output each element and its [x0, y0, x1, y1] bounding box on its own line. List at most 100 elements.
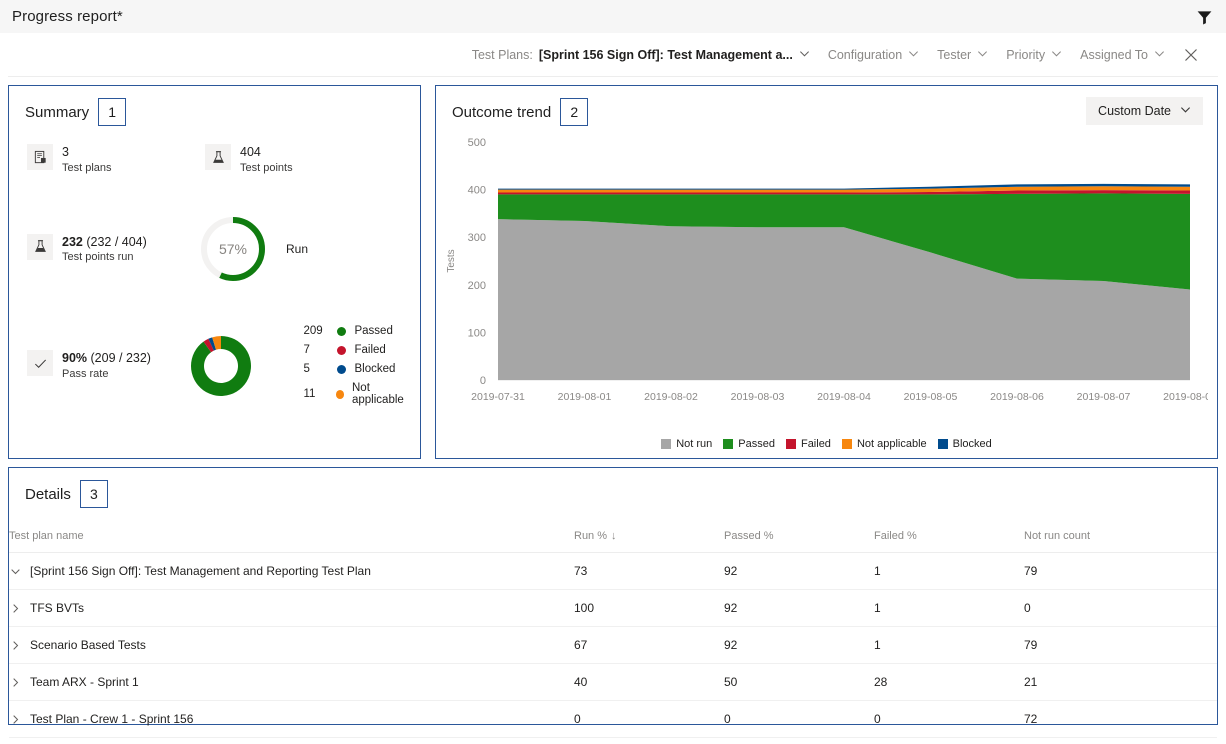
outcome-trend-card: Outcome trend 2 Custom Date 0 100 200 300 40… [435, 85, 1218, 459]
table-row[interactable]: Scenario Based Tests 67 92 1 79 [9, 626, 1217, 664]
metric-run-ratio: (232 / 404) [86, 234, 147, 249]
chevron-right-icon[interactable] [9, 640, 21, 651]
chevron-down-icon [799, 48, 810, 62]
trend-legend-label: Blocked [952, 438, 992, 450]
cell-failed-pct: 0 [874, 700, 1024, 738]
cell-passed-pct: 0 [724, 700, 874, 738]
chevron-right-icon[interactable] [9, 603, 21, 614]
metric-pass-rate-value: 90% (209 / 232) [62, 351, 151, 367]
test-plan-name-label: Scenario Based Tests [30, 638, 146, 652]
filter-test-plans-value: [Sprint 156 Sign Off]: Test Management a… [538, 47, 793, 62]
metric-test-plans-text: 3 Test plans [62, 144, 112, 175]
trend-legend-swatch [661, 439, 672, 449]
run-caption: Run [286, 242, 309, 257]
cell-run-pct: 0 [574, 700, 724, 738]
chevron-down-icon [1051, 48, 1062, 62]
table-row[interactable]: [Sprint 156 Sign Off]: Test Management a… [9, 552, 1217, 590]
cell-passed-pct: 50 [724, 663, 874, 701]
filter-assigned-to-label: Assigned To [1080, 47, 1148, 62]
trend-legend-label: Not run [676, 438, 713, 450]
chevron-right-icon[interactable] [9, 714, 21, 725]
summary-card: Summary 1 3 Test plans 404 Test points 2… [8, 85, 421, 459]
x-axis-tick-label: 2019-08-01 [558, 391, 612, 403]
trend-legend-item[interactable]: Not run [661, 438, 712, 450]
y-axis-tick-label: 200 [468, 280, 486, 292]
column-header-failed-pct[interactable]: Failed % [874, 524, 1024, 553]
test-plan-name-label: Team ARX - Sprint 1 [30, 675, 139, 689]
cell-not-run-count: 72 [1024, 700, 1217, 738]
x-axis-tick-label: 2019-08-04 [817, 391, 871, 403]
trend-legend-item[interactable]: Not applicable [841, 438, 927, 450]
cell-failed-pct: 28 [874, 663, 1024, 701]
legend-item: 5 Blocked [303, 363, 420, 375]
trend-legend-label: Not applicable [856, 438, 927, 450]
chevron-down-icon [1154, 48, 1165, 62]
column-header-run-pct-label: Run % [574, 530, 608, 542]
outcome-trend-svg: 0 100 200 300 400 500 Tests 2019-07-31 2019-08-0… [446, 137, 1217, 403]
legend-color-dot [337, 364, 347, 374]
column-header-passed-pct[interactable]: Passed % [724, 524, 874, 553]
dashboard-row-top: Summary 1 3 Test plans 404 Test points 2… [0, 77, 1226, 459]
details-table-body: [Sprint 156 Sign Off]: Test Management a… [9, 552, 1217, 738]
outcome-trend-header: Outcome trend 2 Custom Date [436, 86, 1217, 126]
custom-date-dropdown[interactable]: Custom Date [1086, 97, 1203, 125]
chevron-right-icon[interactable] [9, 677, 21, 688]
summary-metrics: 3 Test plans 404 Test points 232 (232 / … [9, 126, 420, 406]
outcome-donut-legend: 209 Passed 7 Failed 5 Blocked 11 Not app… [303, 325, 420, 406]
legend-count: 11 [303, 388, 316, 401]
metric-test-points-run-value: 232 (232 / 404) [62, 235, 147, 251]
metric-pass-ratio: (209 / 232) [90, 351, 151, 366]
cell-test-plan-name: TFS BVTs [9, 589, 574, 627]
filter-configuration[interactable]: Configuration [819, 44, 928, 66]
outcome-trend-legend: Not run Passed Failed Not applicable Blocked [436, 438, 1217, 450]
test-plan-name-label: [Sprint 156 Sign Off]: Test Management a… [30, 564, 371, 578]
details-title: Details [25, 485, 71, 503]
outcome-trend-title: Outcome trend [452, 103, 552, 121]
table-row[interactable]: Test Plan - Crew 1 - Sprint 156 0 0 0 72 [9, 700, 1217, 738]
cell-test-plan-name: Scenario Based Tests [9, 626, 574, 664]
column-header-not-run-count[interactable]: Not run count [1024, 524, 1217, 553]
trend-legend-swatch [785, 439, 796, 449]
filter-tester[interactable]: Tester [928, 44, 997, 66]
legend-item: 209 Passed [303, 325, 420, 337]
top-bar: Progress report* [0, 0, 1226, 33]
cell-not-run-count: 21 [1024, 663, 1217, 701]
filter-test-plans-prefix: Test Plans: [471, 47, 533, 62]
summary-metrics-top-row: 3 Test plans 404 Test points [27, 144, 420, 175]
trend-legend-item[interactable]: Passed [723, 438, 775, 450]
metric-test-points-text: 404 Test points [240, 144, 293, 175]
legend-color-dot [337, 345, 347, 355]
test-plan-icon [27, 144, 53, 170]
cell-run-pct: 40 [574, 663, 724, 701]
trend-legend-label: Passed [738, 438, 775, 450]
metric-test-points-run-text: 232 (232 / 404) Test points run [62, 234, 147, 265]
details-table: Test plan name Run % ↓ Passed % Failed % … [9, 524, 1217, 738]
flask-icon [205, 144, 231, 170]
close-filters-icon[interactable] [1174, 44, 1208, 66]
metric-pass-rate: 90% (209 / 232) Pass rate [27, 350, 177, 381]
details-table-head: Test plan name Run % ↓ Passed % Failed % … [9, 524, 1217, 553]
funnel-icon[interactable] [1192, 5, 1216, 29]
cell-test-plan-name: Team ARX - Sprint 1 [9, 663, 574, 701]
legend-label: Passed [354, 325, 393, 338]
table-row[interactable]: Team ARX - Sprint 1 40 50 28 21 [9, 663, 1217, 701]
y-axis-tick-label: 300 [468, 232, 486, 244]
cell-failed-pct: 1 [874, 626, 1024, 664]
chevron-down-icon [977, 48, 988, 62]
cell-not-run-count: 0 [1024, 589, 1217, 627]
column-header-run-pct[interactable]: Run % ↓ [574, 524, 724, 553]
trend-legend-item[interactable]: Failed [785, 438, 831, 450]
trend-legend-item[interactable]: Blocked [937, 438, 992, 450]
chevron-down-icon [1180, 104, 1191, 118]
filter-priority[interactable]: Priority [997, 44, 1071, 66]
legend-count: 209 [303, 325, 323, 338]
column-header-test-plan-name[interactable]: Test plan name [9, 524, 574, 553]
chevron-down-icon [908, 48, 919, 62]
filter-priority-label: Priority [1006, 47, 1046, 62]
filter-assigned-to[interactable]: Assigned To [1071, 44, 1174, 66]
legend-label: Blocked [354, 363, 396, 376]
filter-test-plans[interactable]: Test Plans: [Sprint 156 Sign Off]: Test … [463, 44, 819, 66]
table-row[interactable]: TFS BVTs 100 92 1 0 [9, 589, 1217, 627]
chevron-down-icon[interactable] [9, 566, 21, 577]
trend-legend-swatch [937, 439, 948, 449]
